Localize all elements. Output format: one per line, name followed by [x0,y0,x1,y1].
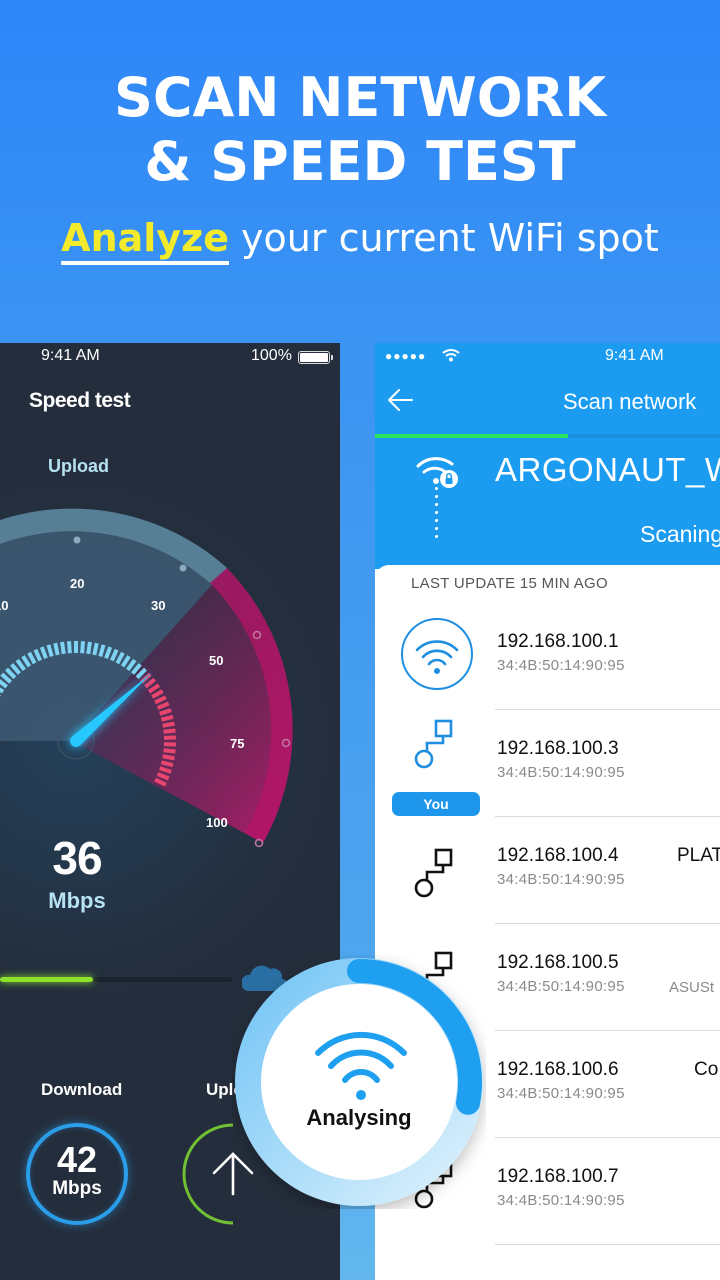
hero-title-line2: & SPEED TEST [144,130,576,193]
row-divider [495,1244,720,1245]
gauge-tick [86,641,92,655]
test-progress-fill [0,977,93,982]
hero-banner: SCAN NETWORK & SPEED TEST Analyze your c… [0,0,720,340]
test-mode-label: Upload [48,456,109,476]
gauge-tick [163,728,176,734]
gauge-tick [163,748,176,754]
router-wifi-icon [401,618,473,690]
you-badge: You [392,792,480,816]
gauge-tick [92,642,99,656]
gauge-tick [67,641,72,654]
wifi-status-icon [442,349,460,362]
gauge-tick [160,760,174,768]
analysing-ring [235,958,483,1206]
gauge-tick [60,641,66,655]
rim-dot [179,564,187,572]
last-update-text: LAST UPDATE 15 MIN AGO [411,575,608,592]
gauge-label-100: 100 [206,815,228,830]
tagline-highlight: Analyze [61,216,229,260]
scan-header: ●●●●● 9:41 AM Scan network ARGONAUT_WiFi… [375,343,720,569]
tagline-rest: your current WiFi spot [228,216,659,260]
download-value: 42 [56,1139,98,1180]
hero-title-line1: SCAN NETWORK [113,66,607,129]
connector-dots [435,487,439,551]
test-progress-bar [0,977,232,982]
locked-wifi-icon [416,457,458,488]
analysing-indicator: Analysing [232,955,486,1209]
device-vendor: ASUSt [669,979,715,996]
device-ip: 192.168.100.3 [497,738,619,759]
device-mac: 34:4B:50:14:90:95 [497,764,625,781]
device-name: Co [694,1059,719,1080]
gauge-tick [162,754,175,761]
status-bar: 9:41 AM 100% [0,343,340,369]
gauge-label-50: 50 [209,653,223,668]
device-ip: 192.168.100.6 [497,1059,619,1080]
device-row[interactable]: 192.168.100.4 34:4B:50:14:90:95 PLAT [375,817,720,924]
download-label: Download [41,1080,123,1099]
scan-status: Scaning [640,521,720,547]
gauge-label-30: 30 [151,598,165,613]
scan-progress-fill [375,434,569,438]
device-mac: 34:4B:50:14:90:95 [497,978,625,995]
status-time: 9:41 AM [41,347,100,364]
device-mac: 34:4B:50:14:90:95 [497,1192,625,1209]
hero-tagline: Analyze your current WiFi spot [0,212,720,264]
download-unit: Mbps [52,1178,102,1199]
device-row-self[interactable]: You 192.168.100.3 34:4B:50:14:90:95 [375,710,720,817]
gauge-label-20: 20 [70,576,84,591]
device-ip: 192.168.100.7 [497,1166,619,1187]
current-speed-unit: Mbps [48,888,106,913]
gauge-label-75: 75 [230,736,244,751]
network-ssid: ARGONAUT_WiFi [495,451,720,488]
wifi-icon-dot [356,1090,366,1100]
device-ip: 192.168.100.1 [497,631,619,652]
current-speed-value: 36 [52,832,102,884]
device-mac: 34:4B:50:14:90:95 [497,1085,625,1102]
battery-icon [298,351,333,364]
gauge-label-10: 10 [0,598,8,613]
battery-percent: 100% [251,347,292,364]
device-name: PLAT [677,845,720,866]
device-node-icon [414,848,453,898]
download-result[interactable]: 42 Mbps [26,1123,128,1225]
device-mac: 34:4B:50:14:90:95 [497,657,625,674]
upload-ring [182,1123,234,1225]
device-ip: 192.168.100.4 [497,845,619,866]
analysing-label: Analysing [306,1105,412,1130]
signal-strength-icon: ●●●●● [385,349,427,363]
status-time: 9:41 AM [605,347,664,364]
device-mac: 34:4B:50:14:90:95 [497,871,625,888]
page-title: Scan network [563,389,697,414]
gauge-tick [53,642,60,656]
gauge-tick [160,714,174,722]
page-title: Speed test [29,389,131,412]
device-row-router[interactable]: 192.168.100.1 34:4B:50:14:90:95 [375,603,720,710]
back-arrow-icon[interactable] [385,385,415,415]
gauge-tick [80,641,85,654]
gauge-tick [162,721,175,728]
rim-dot [73,536,81,544]
device-ip: 192.168.100.5 [497,952,619,973]
scan-progress-bar [375,434,720,438]
device-node-icon [414,719,453,769]
